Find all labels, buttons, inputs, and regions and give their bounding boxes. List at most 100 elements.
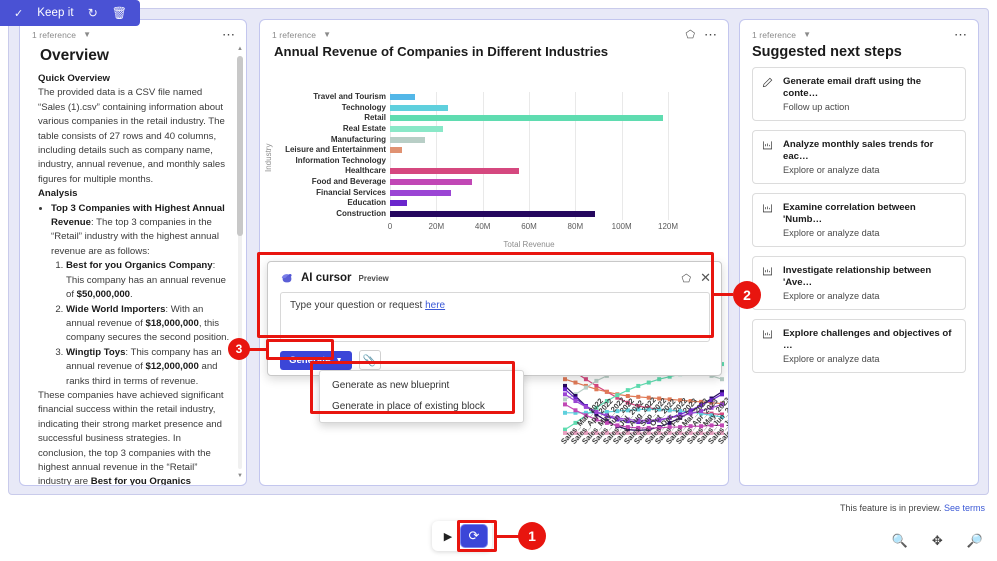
attach-file-button[interactable]: 📎 xyxy=(359,350,381,370)
gridline xyxy=(668,92,669,220)
top-companies-list: Best for you Organics Company: This comp… xyxy=(51,259,230,389)
list-item: Best for you Organics Company: This comp… xyxy=(66,259,230,302)
fit-to-screen-icon[interactable]: ✥ xyxy=(932,533,943,549)
analysis-bullet-list: Top 3 Companies with Highest Annual Reve… xyxy=(38,202,230,389)
scrollbar-thumb[interactable] xyxy=(237,56,243,236)
overview-scrollbar[interactable]: ▲ ▼ xyxy=(237,46,243,479)
line-marker xyxy=(605,390,609,394)
reference-label[interactable]: 1 reference xyxy=(272,30,316,40)
overview-paragraph-1: The provided data is a CSV file named “S… xyxy=(38,87,225,184)
suggestion-card[interactable]: Investigate relationship between 'Ave…Ex… xyxy=(752,256,966,310)
annotation-badge-1: 1 xyxy=(518,522,546,550)
company-amount: $18,000,000 xyxy=(145,318,198,329)
suggestion-card[interactable]: Examine correlation between 'Numb…Explor… xyxy=(752,193,966,247)
playback-toolbar: ▶ ⟳ xyxy=(432,521,492,551)
bar xyxy=(390,137,425,143)
zoom-in-icon[interactable]: 🔎 xyxy=(967,533,983,549)
generate-dropdown-menu: Generate as new blueprint Generate in pl… xyxy=(319,370,524,423)
x-tick-label: 20M xyxy=(429,222,445,231)
more-options-icon[interactable]: ⋯ xyxy=(704,31,718,39)
suggestion-list: Generate email draft using the conte…Fol… xyxy=(740,67,978,373)
suggestion-card[interactable]: Generate email draft using the conte…Fol… xyxy=(752,67,966,121)
play-icon[interactable]: ▶ xyxy=(436,530,460,543)
line-marker xyxy=(573,408,577,412)
suggestion-card[interactable]: Explore challenges and objectives of … Ex… xyxy=(752,319,966,373)
overview-scroll-region[interactable]: Overview Quick Overview The provided dat… xyxy=(20,46,246,485)
x-tick-label: 100M xyxy=(612,222,632,231)
bar-category-label: Food and Beverage xyxy=(266,177,386,187)
chart-title: Annual Revenue of Companies in Different… xyxy=(274,44,728,59)
ai-prompt-placeholder: Type your question or request xyxy=(290,300,425,311)
line-marker xyxy=(563,392,567,396)
paperclip-icon: 📎 xyxy=(363,354,377,367)
refresh-icon[interactable]: ↻ xyxy=(88,6,98,20)
bar xyxy=(390,94,415,100)
menu-item-generate-as-new-blueprint[interactable]: Generate as new blueprint xyxy=(320,375,523,396)
chevron-down-icon[interactable]: ▼ xyxy=(803,30,811,39)
chevron-down-icon[interactable]: ▼ xyxy=(323,30,331,39)
bar-chart-row: Construction xyxy=(390,209,668,220)
more-options-icon[interactable]: ⋯ xyxy=(222,31,236,39)
reference-label[interactable]: 1 reference xyxy=(752,30,796,40)
refresh-icon: ⟳ xyxy=(469,528,480,544)
suggestion-subtitle: Explore or analyze data xyxy=(783,354,956,364)
suggestions-title: Suggested next steps xyxy=(752,44,978,60)
annotation-line-1 xyxy=(496,535,520,538)
chart-icon xyxy=(762,139,775,175)
generate-button[interactable]: Generate ▼ xyxy=(280,351,352,370)
chart-icon xyxy=(762,265,775,301)
reference-label[interactable]: 1 reference xyxy=(32,30,76,40)
x-tick-label: 80M xyxy=(568,222,584,231)
trash-icon[interactable]: 🗑 xyxy=(112,6,127,20)
chart-panel-header: 1 reference ▼ ⬠ ⋯ xyxy=(260,20,728,42)
suggestion-card[interactable]: Analyze monthly sales trends for eac…Exp… xyxy=(752,130,966,184)
annotation-badge-3: 3 xyxy=(228,338,250,360)
suggestion-title: Explore challenges and objectives of … xyxy=(783,328,956,352)
bar-chart-row: Financial Services xyxy=(390,187,668,198)
bar-category-label: Real Estate xyxy=(266,124,386,134)
canvas-area: 1 reference ▼ ⋯ Overview Quick Overview … xyxy=(8,8,989,495)
here-link[interactable]: here xyxy=(425,300,445,311)
suggestion-title: Generate email draft using the conte… xyxy=(783,76,956,100)
suggestions-panel-header: 1 reference ▼ ⋯ xyxy=(740,20,978,42)
x-tick-label: 0 xyxy=(388,222,392,231)
more-options-icon[interactable]: ⋯ xyxy=(954,31,968,39)
preview-note: This feature is in preview. See terms xyxy=(840,503,985,513)
bar-chart-row: Manufacturing xyxy=(390,134,668,145)
close-icon[interactable]: ✕ xyxy=(700,270,711,286)
bar-category-label: Financial Services xyxy=(266,188,386,198)
annotation-badge-2: 2 xyxy=(733,281,761,309)
bar xyxy=(390,211,595,217)
line-marker xyxy=(573,399,577,403)
overview-paragraph-2: These companies have achieved significan… xyxy=(38,390,224,444)
expand-icon[interactable]: ⬠ xyxy=(685,28,695,41)
company-amount: $50,000,000 xyxy=(77,289,130,300)
ai-prompt-input[interactable]: Type your question or request here xyxy=(280,292,710,342)
scroll-down-arrow-icon[interactable]: ▼ xyxy=(237,473,243,479)
company-amount: $12,000,000 xyxy=(145,361,198,372)
bar-category-label: Travel and Tourism xyxy=(266,92,386,102)
see-terms-link[interactable]: See terms xyxy=(944,503,985,513)
line-marker xyxy=(563,377,567,381)
company-name: Wingtip Toys xyxy=(66,347,125,358)
line-marker xyxy=(626,388,630,392)
preview-note-text: This feature is in preview. xyxy=(840,503,944,513)
scroll-up-arrow-icon[interactable]: ▲ xyxy=(237,46,243,52)
bar-category-label: Healthcare xyxy=(266,166,386,176)
bar xyxy=(390,126,443,132)
chevron-down-icon: ▼ xyxy=(336,357,343,364)
company-name: Wide World Importers xyxy=(66,304,165,315)
analysis-heading: Analysis xyxy=(38,187,230,201)
zoom-out-icon[interactable]: 🔍 xyxy=(892,533,908,549)
overview-body: Quick Overview The provided data is a CS… xyxy=(38,72,230,485)
keep-it-toolbar[interactable]: ✓ Keep it ↻ 🗑 xyxy=(0,0,140,26)
line-marker xyxy=(563,397,567,401)
bar-chart-row: Leisure and Entertainment xyxy=(390,145,668,156)
suggestion-text: Investigate relationship between 'Ave…Ex… xyxy=(783,265,956,301)
bar-category-label: Leisure and Entertainment xyxy=(266,145,386,155)
refresh-button[interactable]: ⟳ xyxy=(460,524,488,548)
line-marker xyxy=(573,381,577,385)
expand-icon[interactable]: ⬠ xyxy=(682,272,692,285)
menu-item-generate-in-place[interactable]: Generate in place of existing block xyxy=(320,396,523,417)
chevron-down-icon[interactable]: ▼ xyxy=(83,30,91,39)
